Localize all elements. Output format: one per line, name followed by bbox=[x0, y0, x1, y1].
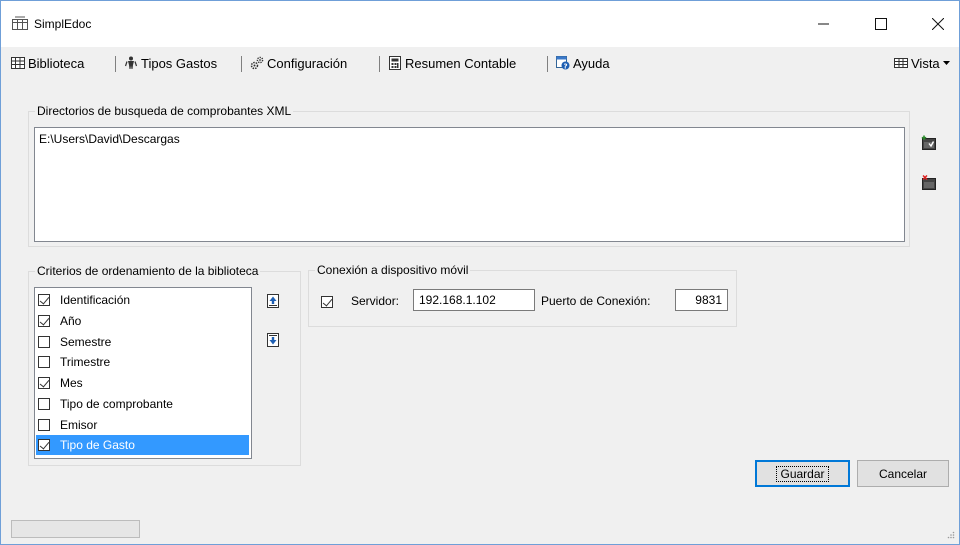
close-button[interactable] bbox=[915, 1, 959, 47]
port-value: 9831 bbox=[695, 293, 722, 307]
connection-group: Conexión a dispositivo móvil Servidor: 1… bbox=[308, 263, 737, 327]
criteria-group: Criterios de ordenamiento de la bibliote… bbox=[28, 264, 301, 466]
menu-tipos-gastos-label: Tipos Gastos bbox=[141, 55, 218, 71]
menu-biblioteca[interactable]: Biblioteca bbox=[11, 54, 84, 72]
directories-group-title: Directorios de busqueda de comprobantes … bbox=[35, 104, 294, 118]
port-label: Puerto de Conexión: bbox=[541, 294, 651, 308]
arrow-up-icon bbox=[267, 294, 279, 308]
menu-separator bbox=[547, 56, 548, 72]
directories-group: Directorios de busqueda de comprobantes … bbox=[28, 104, 910, 247]
criteria-list[interactable]: Identificación Año Semestre Trimestre Me… bbox=[34, 287, 252, 459]
criteria-label: Tipo de Gasto bbox=[60, 438, 135, 452]
criteria-item-semestre[interactable]: Semestre bbox=[36, 332, 249, 352]
criteria-item-identificacion[interactable]: Identificación bbox=[36, 290, 249, 310]
criteria-checkbox[interactable] bbox=[38, 419, 50, 431]
connection-group-title: Conexión a dispositivo móvil bbox=[315, 263, 471, 277]
cancel-button[interactable]: Cancelar bbox=[857, 460, 949, 487]
criteria-checkbox[interactable] bbox=[38, 336, 50, 348]
criteria-checkbox[interactable] bbox=[38, 377, 50, 389]
criteria-label: Semestre bbox=[60, 335, 112, 349]
criteria-item-ano[interactable]: Año bbox=[36, 311, 249, 331]
server-checkbox[interactable] bbox=[321, 296, 333, 308]
menu-resumen-contable-label: Resumen Contable bbox=[405, 55, 517, 71]
app-icon bbox=[12, 16, 28, 30]
directories-list[interactable]: E:\Users\David\Descargas bbox=[34, 127, 905, 242]
menu-biblioteca-label: Biblioteca bbox=[28, 55, 85, 71]
criteria-item-mes[interactable]: Mes bbox=[36, 373, 249, 393]
maximize-icon bbox=[875, 18, 887, 30]
status-progress-bar bbox=[11, 520, 140, 538]
menu-separator bbox=[379, 56, 380, 72]
menu-configuracion[interactable]: Configuración bbox=[250, 54, 347, 72]
minimize-icon bbox=[818, 23, 829, 25]
library-icon bbox=[11, 57, 25, 69]
port-field[interactable]: 9831 bbox=[675, 289, 728, 311]
close-icon bbox=[932, 18, 944, 30]
criteria-group-title: Criterios de ordenamiento de la bibliote… bbox=[35, 264, 261, 278]
menu-resumen-contable[interactable]: Resumen Contable bbox=[388, 54, 516, 72]
criteria-label: Mes bbox=[60, 376, 83, 390]
menu-ayuda[interactable]: ? Ayuda bbox=[556, 54, 610, 72]
title-bar[interactable]: SimplEdoc bbox=[1, 1, 959, 47]
maximize-button[interactable] bbox=[858, 1, 904, 47]
directory-path[interactable]: E:\Users\David\Descargas bbox=[39, 132, 180, 146]
server-address-field[interactable]: 192.168.1.102 bbox=[413, 289, 535, 311]
criteria-item-tipo-gasto[interactable]: Tipo de Gasto bbox=[36, 435, 249, 455]
move-down-button[interactable] bbox=[263, 329, 283, 351]
criteria-checkbox[interactable] bbox=[38, 356, 50, 368]
criteria-label: Trimestre bbox=[60, 355, 111, 369]
person-icon bbox=[124, 56, 138, 69]
menu-vista-label: Vista bbox=[911, 55, 940, 71]
criteria-item-trimestre[interactable]: Trimestre bbox=[36, 352, 249, 372]
criteria-checkbox[interactable] bbox=[38, 315, 50, 327]
move-up-button[interactable] bbox=[263, 290, 283, 312]
save-button[interactable]: Guardar bbox=[755, 460, 850, 487]
criteria-checkbox[interactable] bbox=[38, 294, 50, 306]
add-directory-button[interactable] bbox=[918, 132, 940, 154]
criteria-label: Emisor bbox=[60, 418, 98, 432]
criteria-label: Identificación bbox=[60, 293, 131, 307]
chevron-down-icon bbox=[942, 60, 950, 65]
criteria-checkbox[interactable] bbox=[38, 398, 50, 410]
criteria-label: Tipo de comprobante bbox=[60, 397, 173, 411]
criteria-label: Año bbox=[60, 314, 82, 328]
menu-separator bbox=[241, 56, 242, 72]
menu-bar: Biblioteca Tipos Gastos Configuración Re… bbox=[1, 49, 959, 77]
server-label: Servidor: bbox=[351, 294, 400, 308]
arrow-down-icon bbox=[267, 333, 279, 347]
criteria-checkbox[interactable] bbox=[38, 439, 50, 451]
cancel-button-label: Cancelar bbox=[878, 466, 928, 481]
save-button-label: Guardar bbox=[776, 465, 829, 482]
menu-ayuda-label: Ayuda bbox=[573, 55, 610, 71]
menu-vista[interactable]: Vista bbox=[894, 54, 950, 72]
help-icon: ? bbox=[556, 56, 570, 70]
resize-grip-icon[interactable] bbox=[947, 531, 955, 539]
svg-text:?: ? bbox=[563, 62, 567, 70]
settings-window: SimplEdoc Biblioteca Tipos Gastos Config… bbox=[0, 0, 960, 545]
minimize-button[interactable] bbox=[801, 1, 847, 47]
remove-folder-icon bbox=[922, 175, 936, 190]
remove-directory-button[interactable] bbox=[918, 172, 940, 194]
criteria-item-emisor[interactable]: Emisor bbox=[36, 415, 249, 435]
window-title: SimplEdoc bbox=[34, 17, 92, 31]
calculator-icon bbox=[389, 56, 401, 70]
server-address-value: 192.168.1.102 bbox=[419, 293, 496, 307]
menu-tipos-gastos[interactable]: Tipos Gastos bbox=[124, 54, 217, 72]
view-icon bbox=[894, 58, 908, 68]
menu-configuracion-label: Configuración bbox=[267, 55, 348, 71]
criteria-item-tipo-comprobante[interactable]: Tipo de comprobante bbox=[36, 394, 249, 414]
status-bar bbox=[1, 513, 959, 543]
add-folder-icon bbox=[921, 135, 936, 150]
menu-separator bbox=[115, 56, 116, 72]
gears-icon bbox=[250, 56, 264, 70]
